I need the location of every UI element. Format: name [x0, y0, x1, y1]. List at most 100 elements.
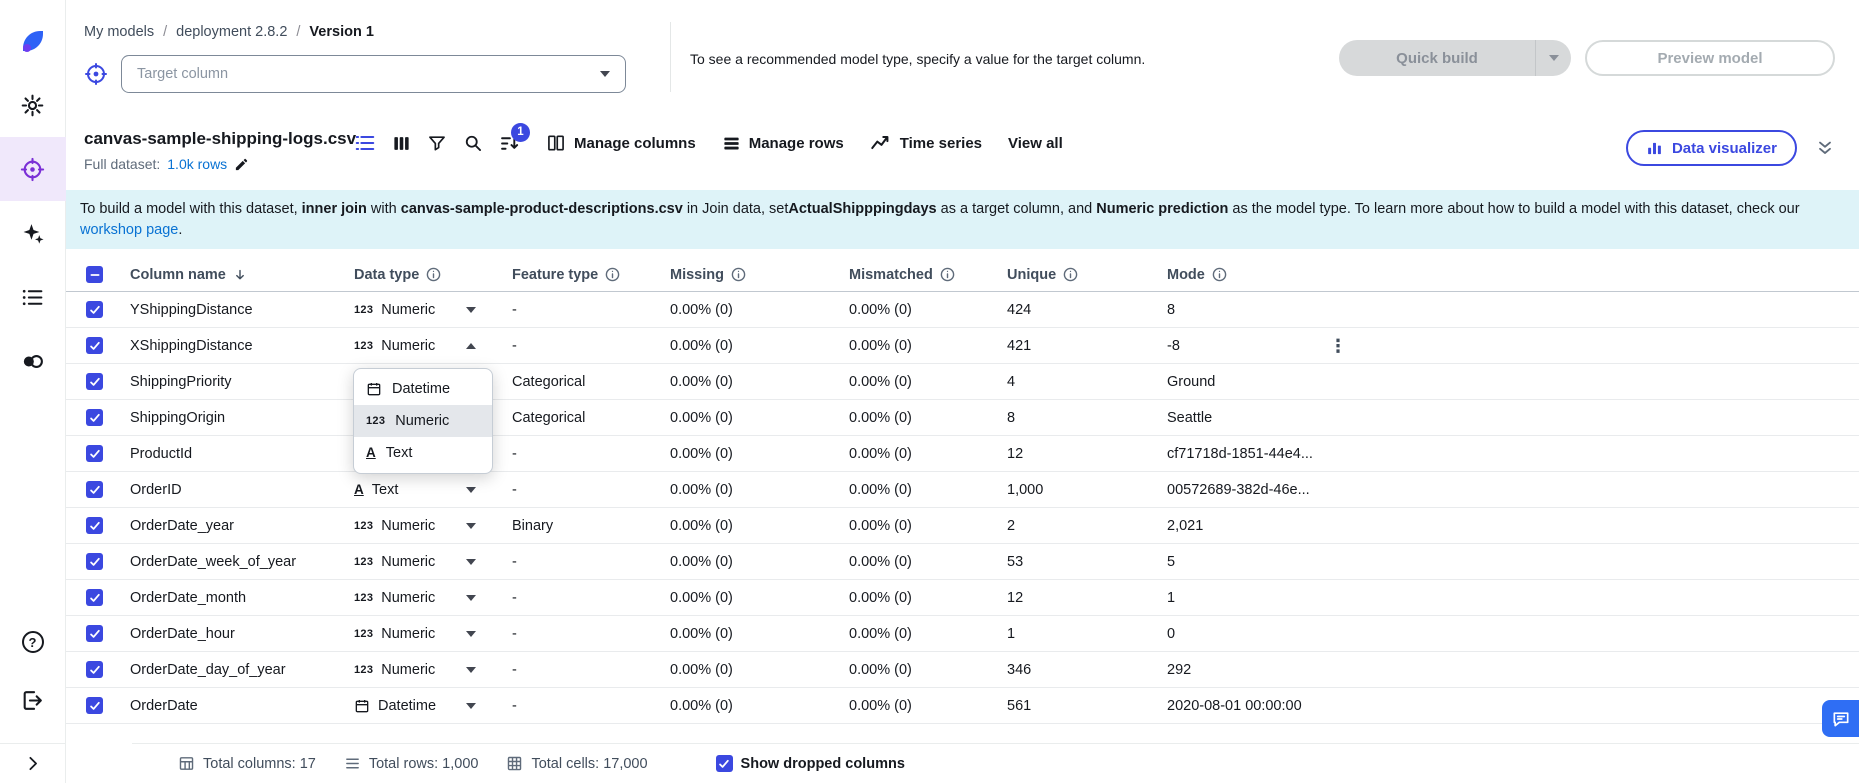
quick-build-dropdown-button[interactable] [1535, 40, 1571, 76]
feature-type-cell: - [512, 554, 670, 570]
sidebar-item-custom-models[interactable] [0, 201, 66, 265]
data-type-select[interactable]: 123Numeric [354, 518, 486, 534]
collapse-panel-button[interactable] [1815, 138, 1835, 158]
row-checkbox[interactable] [86, 445, 103, 462]
column-header-unique[interactable]: Unique [1007, 267, 1167, 283]
missing-cell: 0.00% (0) [670, 338, 849, 354]
row-checkbox[interactable] [86, 373, 103, 390]
unique-cell: 1 [1007, 626, 1167, 642]
mode-cell: Ground [1167, 374, 1859, 390]
sidebar-item-logout[interactable] [0, 671, 66, 729]
sidebar-expand-button[interactable] [0, 743, 66, 783]
manage-rows-button[interactable]: Manage rows [722, 134, 844, 153]
row-checkbox[interactable] [86, 589, 103, 606]
columns-view-icon [392, 134, 411, 153]
row-checkbox[interactable] [86, 517, 103, 534]
row-checkbox[interactable] [86, 301, 103, 318]
target-column-select[interactable]: Target column [121, 55, 626, 93]
column-header-missing[interactable]: Missing [670, 267, 849, 283]
unique-cell: 1,000 [1007, 482, 1167, 498]
row-checkbox[interactable] [86, 409, 103, 426]
target-icon [84, 62, 108, 86]
quick-build-button[interactable]: Quick build [1339, 40, 1535, 76]
row-actions-button[interactable]: ⋮ [1323, 335, 1353, 357]
chat-bubble-icon [1831, 709, 1851, 729]
data-type-cell: 123Numeric [354, 338, 512, 354]
row-checkbox[interactable] [86, 337, 103, 354]
table-row-OrderDate_month: OrderDate_month123Numeric-0.00% (0)0.00%… [66, 580, 1859, 616]
data-type-select[interactable]: 123Numeric [354, 662, 486, 678]
workshop-page-link[interactable]: workshop page [80, 222, 178, 238]
data-type-select[interactable]: AText [354, 482, 486, 498]
sidebar-item-automations[interactable] [0, 329, 66, 393]
overlapping-circles-icon [20, 349, 45, 374]
data-visualizer-button[interactable]: Data visualizer [1626, 130, 1797, 166]
data-type-select[interactable]: 123Numeric [354, 302, 486, 318]
info-icon[interactable] [940, 267, 955, 282]
column-header-mismatched[interactable]: Mismatched [849, 267, 1007, 283]
breadcrumb-deployment[interactable]: deployment 2.8.2 [176, 24, 287, 40]
dropdown-option-numeric[interactable]: 123Numeric [354, 405, 492, 437]
data-type-select[interactable]: 123Numeric [354, 590, 486, 606]
info-icon[interactable] [731, 267, 746, 282]
sidebar-item-models[interactable] [0, 137, 66, 201]
row-checkbox[interactable] [86, 625, 103, 642]
mismatched-cell: 0.00% (0) [849, 410, 1007, 426]
total-rows-text: Total rows: 1,000 [369, 756, 479, 772]
feature-type-cell: - [512, 338, 670, 354]
column-name-cell: OrderDate [130, 698, 354, 714]
data-type-select[interactable]: Datetime [354, 698, 486, 714]
row-checkbox[interactable] [86, 661, 103, 678]
select-all-checkbox[interactable] [86, 266, 103, 283]
show-dropped-checkbox[interactable] [716, 755, 733, 772]
column-header-mode[interactable]: Mode [1167, 267, 1859, 283]
dropdown-option-datetime[interactable]: Datetime [354, 373, 492, 405]
sort-descending-icon[interactable] [233, 268, 247, 282]
row-checkbox[interactable] [86, 553, 103, 570]
table-row-ProductId: ProductId-0.00% (0)0.00% (0)12cf71718d-1… [66, 436, 1859, 472]
sort-count-badge: 1 [511, 123, 530, 142]
chevron-down-icon [466, 703, 476, 709]
table-header-row: Column nameData typeFeature typeMissingM… [66, 258, 1859, 292]
sidebar-item-help[interactable]: ? [0, 613, 66, 671]
data-type-select[interactable]: 123Numeric [354, 338, 486, 354]
manage-columns-button[interactable]: Manage columns [546, 133, 696, 153]
data-type-select[interactable]: 123Numeric [354, 554, 486, 570]
column-name-cell: XShippingDistance [130, 338, 354, 354]
chevron-down-icon [466, 559, 476, 565]
dropdown-option-text[interactable]: AText [354, 437, 492, 469]
row-checkbox[interactable] [86, 481, 103, 498]
total-columns-text: Total columns: 17 [203, 756, 316, 772]
column-header-data-type[interactable]: Data type [354, 267, 512, 283]
table-view-button[interactable] [354, 132, 376, 154]
preview-model-button[interactable]: Preview model [1585, 40, 1835, 76]
show-dropped-label: Show dropped columns [741, 756, 905, 772]
edit-pencil-icon[interactable] [234, 157, 249, 172]
topbar-buttons: Quick build Preview model [1339, 40, 1835, 76]
sidebar-item-settings[interactable] [0, 73, 66, 137]
rows-count-link[interactable]: 1.0k rows [167, 156, 227, 172]
info-icon[interactable] [426, 267, 441, 282]
filter-button[interactable] [427, 133, 447, 153]
info-icon[interactable] [605, 267, 620, 282]
breadcrumb-my-models[interactable]: My models [84, 24, 154, 40]
data-type-select[interactable]: 123Numeric [354, 626, 486, 642]
chat-button[interactable] [1822, 700, 1859, 737]
time-series-button[interactable]: Time series [870, 132, 982, 154]
feature-type-cell: - [512, 626, 670, 642]
sort-button[interactable]: 1 [499, 133, 520, 154]
view-all-button[interactable]: View all [1008, 135, 1063, 152]
info-icon[interactable] [1212, 267, 1227, 282]
column-header-feature-type[interactable]: Feature type [512, 267, 670, 283]
row-checkbox[interactable] [86, 697, 103, 714]
canvas-logo-icon [17, 25, 49, 57]
feature-type-cell: - [512, 302, 670, 318]
grid-view-button[interactable] [392, 134, 411, 153]
sidebar-item-datasets[interactable] [0, 265, 66, 329]
app-logo[interactable] [0, 9, 66, 73]
missing-cell: 0.00% (0) [670, 626, 849, 642]
info-icon[interactable] [1063, 267, 1078, 282]
search-button[interactable] [463, 133, 483, 153]
numeric-type-icon: 123 [354, 592, 373, 604]
column-header-column-name[interactable]: Column name [130, 267, 354, 283]
